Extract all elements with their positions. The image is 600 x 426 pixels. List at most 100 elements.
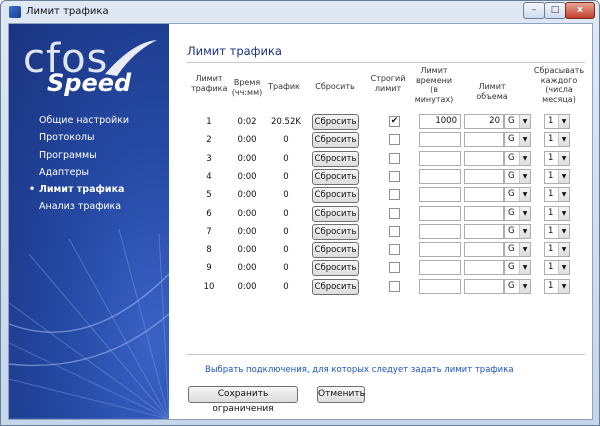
volume-unit-select[interactable]: G ▼ (504, 187, 531, 202)
strict-limit-checkbox[interactable]: ✔ (389, 116, 400, 127)
strict-limit-checkbox[interactable] (389, 134, 400, 145)
dropdown-arrow-icon: ▼ (519, 115, 530, 128)
strict-limit-checkbox[interactable] (389, 153, 400, 164)
time-limit-input[interactable] (419, 151, 461, 166)
volume-unit-select[interactable]: G ▼ (504, 169, 531, 184)
time-limit-input[interactable] (419, 224, 461, 239)
reset-button[interactable]: Сбросить (312, 169, 359, 185)
volume-limit-input[interactable]: 20 (464, 114, 504, 129)
strict-limit-checkbox[interactable] (389, 189, 400, 200)
time-limit-input[interactable] (419, 279, 461, 294)
time-limit-input[interactable] (419, 187, 461, 202)
reset-day-select[interactable]: 1 ▼ (544, 224, 570, 239)
volume-unit-select[interactable]: G ▼ (504, 279, 531, 294)
row-number: 3 (206, 154, 212, 164)
reset-button[interactable]: Сбросить (312, 132, 359, 148)
reset-button[interactable]: Сбросить (312, 279, 359, 295)
sidebar-item-protocols[interactable]: Протоколы (29, 129, 164, 146)
strict-limit-checkbox[interactable] (389, 244, 400, 255)
title-bar: Лимит трафика – □ x (1, 1, 599, 23)
volume-unit-value: G (508, 262, 515, 272)
strict-limit-checkbox[interactable] (389, 208, 400, 219)
reset-day-value: 1 (548, 244, 554, 254)
reset-day-select[interactable]: 1 ▼ (544, 260, 570, 275)
dropdown-arrow-icon: ▼ (558, 261, 569, 274)
minimize-button[interactable]: – (523, 2, 545, 19)
sidebar-item-programs[interactable]: Программы (29, 147, 164, 164)
cfos-speed-logo: cfos Speed (19, 36, 159, 104)
volume-limit-input[interactable] (464, 224, 504, 239)
volume-limit-input[interactable] (464, 151, 504, 166)
time-limit-input[interactable] (419, 242, 461, 257)
volume-unit-value: G (508, 153, 515, 163)
row-time: 0:00 (237, 172, 257, 182)
time-limit-input[interactable] (419, 169, 461, 184)
reset-day-select[interactable]: 1 ▼ (544, 187, 570, 202)
sidebar-item-adapters[interactable]: Адаптеры (29, 164, 164, 181)
sidebar-nav: Общие настройки Протоколы Программы Адап… (29, 112, 164, 216)
row-time: 0:00 (237, 245, 257, 255)
volume-limit-input[interactable] (464, 206, 504, 221)
volume-unit-select[interactable]: G ▼ (504, 151, 531, 166)
strict-limit-checkbox[interactable] (389, 281, 400, 292)
reset-day-select[interactable]: 1 ▼ (544, 132, 570, 147)
volume-unit-select[interactable]: G ▼ (504, 206, 531, 221)
time-limit-input[interactable] (419, 260, 461, 275)
volume-unit-value: G (508, 116, 515, 126)
save-limits-button[interactable]: Сохранить ограничения (188, 386, 298, 414)
reset-day-value: 1 (548, 116, 554, 126)
col-header-volume-limit: Лимит объема (476, 82, 508, 101)
volume-limit-input[interactable] (464, 187, 504, 202)
strict-limit-checkbox[interactable] (389, 171, 400, 182)
reset-button[interactable]: Сбросить (312, 151, 359, 167)
close-button[interactable]: x (565, 2, 595, 19)
volume-unit-select[interactable]: G ▼ (504, 224, 531, 239)
volume-limit-input[interactable] (464, 169, 504, 184)
reset-day-select[interactable]: 1 ▼ (544, 242, 570, 257)
row-number: 10 (203, 282, 215, 292)
time-limit-input[interactable] (419, 206, 461, 221)
volume-unit-select[interactable]: G ▼ (504, 132, 531, 147)
dropdown-arrow-icon: ▼ (558, 152, 569, 165)
reset-day-select[interactable]: 1 ▼ (544, 114, 570, 129)
col-header-strict: Строгий лимит (370, 74, 406, 93)
dropdown-arrow-icon: ▼ (519, 243, 530, 256)
reset-day-select[interactable]: 1 ▼ (544, 279, 570, 294)
logo-swoosh-icon (105, 40, 157, 76)
reset-day-select[interactable]: 1 ▼ (544, 151, 570, 166)
time-limit-input[interactable]: 1000 (419, 114, 461, 129)
volume-limit-input[interactable] (464, 260, 504, 275)
reset-button[interactable]: Сбросить (312, 187, 359, 203)
volume-unit-select[interactable]: G ▼ (504, 114, 531, 129)
time-limit-input[interactable] (419, 132, 461, 147)
reset-day-value: 1 (548, 134, 554, 144)
reset-button[interactable]: Сбросить (312, 260, 359, 276)
strict-limit-checkbox[interactable] (389, 226, 400, 237)
sidebar: cfos Speed Общие настройки Протоколы Про… (9, 24, 169, 419)
volume-unit-select[interactable]: G ▼ (504, 242, 531, 257)
row-time: 0:00 (237, 154, 257, 164)
dropdown-arrow-icon: ▼ (558, 225, 569, 238)
volume-limit-input[interactable] (464, 279, 504, 294)
reset-button[interactable]: Сбросить (312, 114, 359, 130)
sidebar-item-traffic-analysis[interactable]: Анализ трафика (29, 198, 164, 215)
dropdown-arrow-icon: ▼ (519, 152, 530, 165)
sidebar-item-general[interactable]: Общие настройки (29, 112, 164, 129)
maximize-button[interactable]: □ (544, 2, 566, 19)
reset-button[interactable]: Сбросить (312, 242, 359, 258)
dropdown-arrow-icon: ▼ (558, 243, 569, 256)
sidebar-item-traffic-limit[interactable]: Лимит трафика (29, 181, 164, 198)
reset-button[interactable]: Сбросить (312, 224, 359, 240)
cancel-button[interactable]: Отменить (317, 386, 365, 403)
check-mark-icon: ✔ (390, 116, 399, 126)
reset-day-select[interactable]: 1 ▼ (544, 169, 570, 184)
volume-limit-input[interactable] (464, 132, 504, 147)
dropdown-arrow-icon: ▼ (558, 133, 569, 146)
volume-unit-select[interactable]: G ▼ (504, 260, 531, 275)
reset-day-select[interactable]: 1 ▼ (544, 206, 570, 221)
volume-limit-input[interactable] (464, 242, 504, 257)
row-traffic: 0 (283, 172, 289, 182)
strict-limit-checkbox[interactable] (389, 262, 400, 273)
reset-button[interactable]: Сбросить (312, 206, 359, 222)
select-connections-link[interactable]: Выбрать подключения, для которых следует… (205, 365, 514, 375)
